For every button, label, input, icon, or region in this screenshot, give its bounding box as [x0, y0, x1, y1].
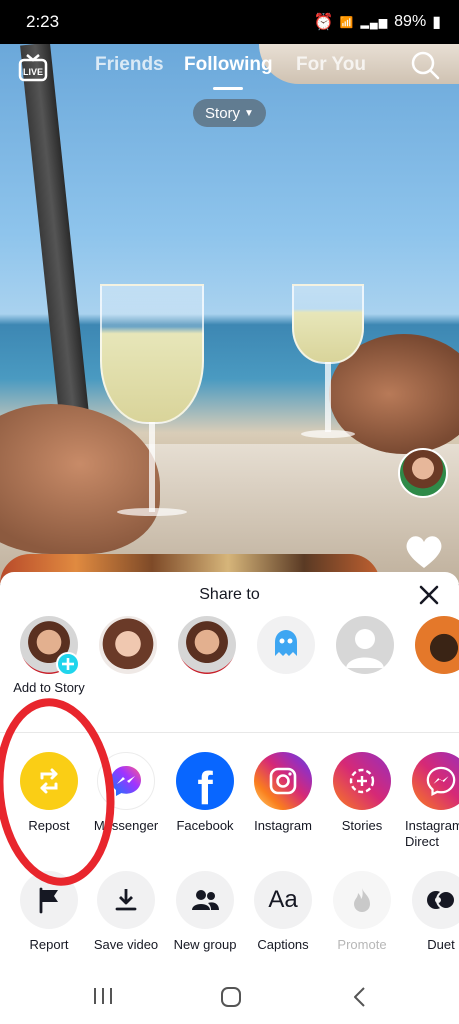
messenger-icon	[97, 752, 155, 810]
instagram-icon	[254, 752, 312, 810]
share-sheet-title: Share to	[199, 586, 260, 603]
story-dropdown[interactable]: Story ▼	[193, 99, 266, 127]
wine-glass-left	[100, 284, 204, 516]
avatar	[336, 616, 394, 674]
active-tab-indicator	[213, 87, 243, 90]
stories-icon	[333, 752, 391, 810]
alarm-icon: ⏰	[313, 14, 334, 31]
report-label: Report	[29, 937, 69, 952]
instagram-direct-icon	[412, 752, 459, 810]
promote-button[interactable]: Promote	[320, 871, 404, 953]
contact-3[interactable]	[178, 616, 236, 680]
creator-avatar[interactable]	[398, 448, 448, 498]
caret-down-icon: ▼	[244, 107, 254, 119]
flag-icon	[20, 871, 78, 929]
repost-label: Repost	[28, 818, 70, 833]
download-icon	[97, 871, 155, 929]
signal-icon: ▂▄▆	[360, 16, 389, 29]
instagram-button[interactable]: Instagram	[241, 752, 325, 834]
avatar	[99, 616, 157, 674]
captions-label: Captions	[257, 937, 309, 952]
repost-button[interactable]: Repost	[7, 752, 91, 834]
captions-icon: Aa	[254, 871, 312, 929]
contacts-row: Add to Story	[0, 616, 459, 726]
instagram-label: Instagram	[254, 818, 312, 833]
status-icons: ⏰ 📶 ▂▄▆ 89% ▮	[314, 12, 441, 32]
tab-for-you[interactable]: For You	[296, 54, 366, 76]
contact-4[interactable]	[257, 616, 315, 680]
captions-button[interactable]: Aa Captions	[241, 871, 325, 953]
promote-label: Promote	[337, 937, 387, 952]
battery-percent: 89%	[394, 13, 427, 30]
close-icon[interactable]	[418, 584, 440, 606]
contact-2[interactable]	[99, 616, 157, 680]
contact-6[interactable]	[415, 616, 459, 680]
recent-apps-icon[interactable]	[92, 986, 114, 1006]
search-icon[interactable]	[410, 50, 440, 80]
tab-following[interactable]: Following	[184, 54, 273, 76]
messenger-label: Messenger	[93, 818, 159, 833]
wifi-icon: 📶	[339, 16, 355, 29]
hand-left-image	[0, 404, 160, 554]
back-icon[interactable]	[352, 986, 368, 1008]
new-group-button[interactable]: New group	[163, 871, 247, 953]
home-icon[interactable]	[220, 986, 242, 1008]
share-sheet: Share to Add to Story Repost Messenger f…	[0, 572, 459, 1024]
stories-button[interactable]: Stories	[320, 752, 404, 834]
heart-icon[interactable]	[404, 534, 444, 570]
avatar	[20, 616, 80, 676]
instagram-direct-label: Instagram Direct	[405, 818, 459, 849]
stories-label: Stories	[341, 818, 383, 833]
avatar	[178, 616, 236, 674]
system-nav-bar	[0, 970, 459, 1024]
flame-icon	[333, 871, 391, 929]
divider	[0, 732, 459, 733]
duet-icon	[412, 871, 459, 929]
wine-glass-right	[292, 284, 364, 438]
contact-5[interactable]	[336, 616, 394, 680]
contact-add-to-story[interactable]: Add to Story	[13, 616, 85, 695]
plus-badge-icon	[56, 652, 80, 676]
report-button[interactable]: Report	[7, 871, 91, 953]
status-bar: 2:23 ⏰ 📶 ▂▄▆ 89% ▮	[0, 0, 459, 44]
default-avatar-icon	[346, 629, 384, 668]
save-video-label: Save video	[93, 937, 159, 952]
group-icon	[176, 871, 234, 929]
save-video-button[interactable]: Save video	[84, 871, 168, 953]
battery-icon: ▮	[432, 14, 441, 31]
contact-label: Add to Story	[13, 680, 85, 695]
status-time: 2:23	[26, 12, 60, 31]
messenger-button[interactable]: Messenger	[84, 752, 168, 834]
facebook-button[interactable]: f Facebook	[163, 752, 247, 834]
repost-icon	[20, 752, 78, 810]
duet-label: Duet	[427, 937, 455, 952]
duet-button[interactable]: Duet	[399, 871, 459, 953]
tab-friends[interactable]: Friends	[95, 54, 164, 76]
facebook-icon: f	[176, 752, 234, 814]
live-icon[interactable]: LIVE	[18, 54, 48, 82]
ghost-app-icon	[275, 630, 297, 656]
svg-text:LIVE: LIVE	[23, 67, 43, 77]
top-nav: LIVE Friends Following For You	[0, 50, 459, 90]
new-group-label: New group	[173, 937, 237, 952]
cafe-logo	[415, 616, 459, 674]
avatar	[257, 616, 315, 674]
facebook-label: Facebook	[176, 818, 234, 833]
instagram-direct-button[interactable]: Instagram Direct	[399, 752, 459, 850]
story-label: Story	[205, 104, 241, 122]
